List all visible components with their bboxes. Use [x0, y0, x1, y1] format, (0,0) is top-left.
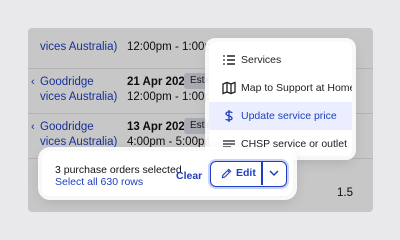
- map-icon: [222, 81, 236, 95]
- edit-options-menu: Services Map to Support at Home Update s…: [209, 42, 352, 156]
- edit-button[interactable]: Edit: [211, 162, 261, 185]
- menu-item-label: CHSP service or outlet: [241, 138, 348, 150]
- edit-menu-toggle[interactable]: [262, 162, 286, 185]
- menu-item-map-support[interactable]: Map to Support at Home: [209, 74, 352, 102]
- pencil-icon: [221, 168, 232, 179]
- clear-button[interactable]: Clear: [176, 170, 202, 182]
- edit-split-button: Edit: [210, 161, 287, 187]
- menu-item-update-price[interactable]: Update service price: [209, 102, 352, 130]
- menu-item-label: Services: [241, 54, 282, 66]
- lines-icon: [223, 140, 235, 148]
- dollar-icon: [225, 110, 233, 122]
- menu-item-label: Update service price: [241, 110, 337, 122]
- chevron-down-icon: [269, 170, 279, 177]
- menu-item-label: Map to Support at Home: [241, 82, 352, 94]
- menu-item-services[interactable]: Services: [209, 46, 352, 74]
- bulk-action-bar: 3 purchase orders selected Select all 63…: [42, 151, 293, 196]
- select-all-link[interactable]: Select all 630 rows: [55, 177, 143, 188]
- selection-count: 3 purchase orders selected: [55, 164, 182, 176]
- list-icon: [223, 55, 235, 65]
- edit-button-label: Edit: [236, 167, 256, 179]
